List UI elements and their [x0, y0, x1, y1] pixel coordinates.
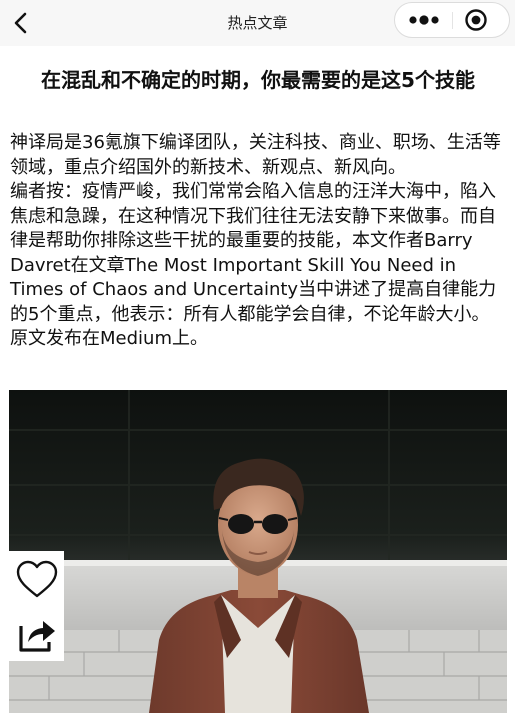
- hero-image: [9, 390, 507, 713]
- capsule-menu: [394, 2, 510, 38]
- like-button[interactable]: [13, 555, 61, 603]
- heart-outline-icon: [16, 560, 58, 598]
- share-arrow-icon: [19, 621, 55, 652]
- article-body: 神译局是36氪旗下编译团队，关注科技、商业、职场、生活等领域，重点介绍国外的新技…: [10, 131, 504, 352]
- capsule-divider: [452, 12, 453, 29]
- article-title: 在混乱和不确定的时期，你最需要的是这5个技能: [41, 68, 475, 92]
- more-button[interactable]: [403, 7, 445, 33]
- target-close-icon: [465, 9, 487, 31]
- close-button[interactable]: [461, 6, 491, 34]
- man-with-sunglasses-photo: [9, 390, 507, 713]
- floating-action-panel: [9, 551, 64, 661]
- navigation-bar: 热点文章: [0, 0, 515, 46]
- intro-paragraph: 神译局是36氪旗下编译团队，关注科技、商业、职场、生活等领域，重点介绍国外的新技…: [10, 132, 501, 178]
- editor-note-paragraph: 编者按：疫情严峻，我们常常会陷入信息的汪洋大海中，陷入焦虑和急躁，在这种情况下我…: [10, 181, 497, 349]
- share-button[interactable]: [13, 609, 61, 657]
- more-dots-icon: [409, 15, 439, 25]
